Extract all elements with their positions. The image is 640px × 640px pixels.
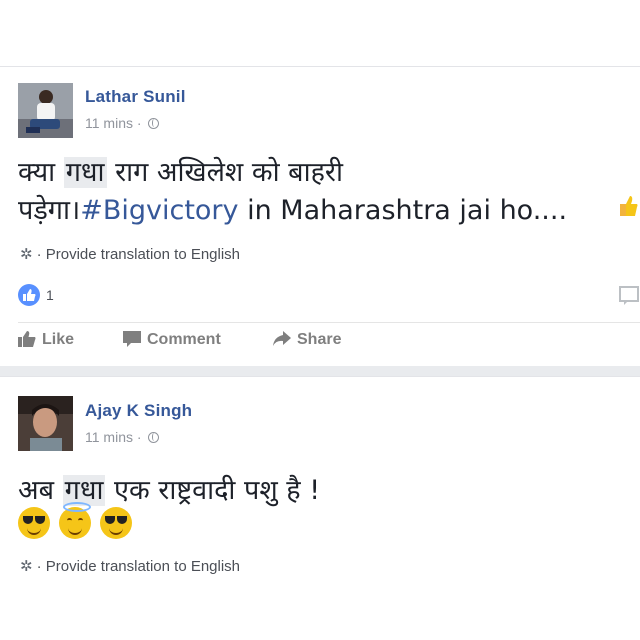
avatar[interactable] — [18, 396, 73, 451]
share-label: Share — [297, 331, 342, 348]
text-segment: राग अखिलेश को बाहरी — [106, 157, 343, 188]
timestamp[interactable]: 11 mins — [85, 115, 133, 131]
feed-separator — [0, 366, 640, 376]
post-ajay-k-singh: Ajay K Singh 11 mins · अब गधा एक राष्ट्र… — [0, 376, 640, 582]
sunglasses-emoji-icon — [18, 507, 50, 539]
gear-icon: ✲ — [20, 246, 33, 263]
translation-link[interactable]: ✲ · Provide translation to English — [20, 557, 240, 575]
post-meta: 11 mins · — [85, 429, 160, 445]
text-segment: अब — [18, 475, 63, 506]
reaction-summary[interactable]: 1 — [18, 284, 54, 308]
share-button[interactable]: Share — [273, 331, 341, 349]
text-segment: in Maharashtra jai ho.... — [238, 195, 568, 226]
globe-icon — [148, 432, 160, 443]
hashtag-link[interactable]: #Bigvictory — [80, 195, 238, 226]
comment-button[interactable]: Comment — [123, 331, 221, 349]
post-meta: 11 mins · — [85, 115, 160, 131]
timestamp[interactable]: 11 mins — [85, 429, 133, 445]
post-text-line1: क्या गधा राग अखिलेश को बाहरी — [18, 154, 567, 192]
halo-emoji-icon — [59, 502, 92, 539]
gear-icon: ✲ — [20, 558, 33, 575]
comment-icon — [123, 331, 141, 347]
translation-link[interactable]: ✲ · Provide translation to English — [20, 245, 240, 263]
text-segment: क्या — [18, 157, 64, 188]
share-icon — [273, 331, 291, 346]
text-segment: पड़ेगा। — [18, 195, 81, 226]
news-feed: Lathar Sunil 11 mins · क्या गधा राग अखिल… — [0, 0, 640, 640]
like-label: Like — [42, 331, 75, 348]
globe-icon — [148, 118, 160, 129]
comment-label: Comment — [147, 331, 221, 348]
post-lathar-sunil: Lathar Sunil 11 mins · क्या गधा राग अखिल… — [0, 66, 640, 367]
author-name[interactable]: Ajay K Singh — [85, 401, 192, 421]
sunglasses-emoji-icon — [100, 507, 133, 539]
meta-separator: · — [136, 115, 146, 131]
translation-label: Provide translation to English — [45, 246, 241, 263]
translation-label: Provide translation to English — [45, 558, 241, 575]
thumbs-up-icon — [620, 196, 638, 216]
avatar[interactable] — [18, 83, 73, 138]
post-text: क्या गधा राग अखिलेश को बाहरी पड़ेगा।#Big… — [18, 154, 567, 230]
highlighted-word: गधा — [63, 157, 107, 188]
post-text-line2: पड़ेगा।#Bigvictory in Maharashtra jai ho… — [18, 192, 567, 230]
thumbs-up-icon — [18, 331, 36, 347]
like-button[interactable]: Like — [18, 331, 74, 349]
action-divider — [18, 322, 640, 323]
emoji-row — [18, 502, 136, 543]
highlighted-word: गधा — [62, 475, 106, 506]
separator: · — [36, 246, 46, 263]
meta-separator: · — [136, 429, 146, 445]
author-name[interactable]: Lathar Sunil — [85, 87, 186, 107]
reaction-count: 1 — [46, 287, 54, 303]
text-segment: एक राष्ट्रवादी पशु है ! — [105, 475, 321, 506]
comment-icon[interactable] — [618, 285, 640, 305]
like-reaction-icon — [18, 284, 40, 306]
separator: · — [36, 558, 46, 575]
